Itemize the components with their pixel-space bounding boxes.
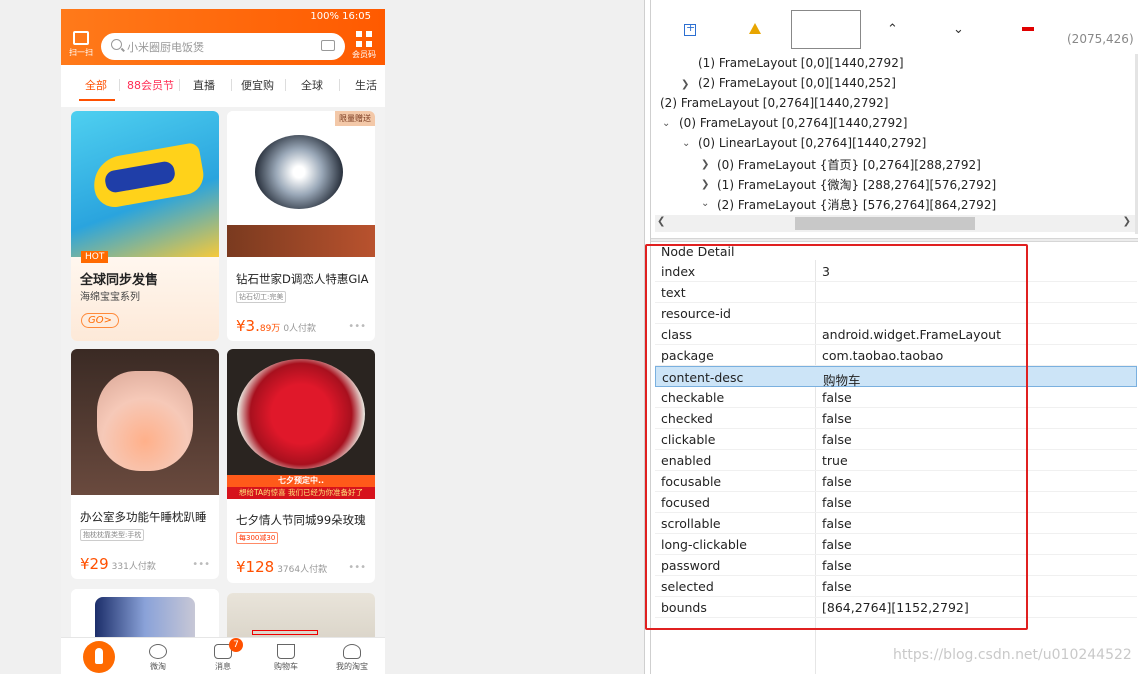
- warning-icon[interactable]: [749, 23, 761, 34]
- product-card-diamond[interactable]: 限量赠送 钻石世家D调恋人特惠GIA 钻石切工:完美 ¥3.89万 0人付款 ••…: [227, 111, 375, 341]
- coordinate-readout: (2075,426): [1067, 32, 1134, 46]
- person-icon: [343, 644, 361, 659]
- grid-icon: [356, 31, 372, 47]
- product-image: [71, 349, 219, 495]
- card-tag: 每300减30: [236, 532, 279, 544]
- search-placeholder: 小米圈厨电饭煲: [127, 41, 204, 54]
- go-button[interactable]: GO>: [81, 313, 119, 328]
- nav-cart[interactable]: 购物车: [261, 638, 311, 672]
- card-tag: 钻石切工:完美: [236, 291, 287, 303]
- card-price: ¥128 3764人付款: [236, 558, 328, 576]
- product-image: [227, 111, 375, 257]
- hierarchy-tree[interactable]: (1) FrameLayout [0,0][1440,2792] ❯ (2) F…: [655, 54, 1125, 230]
- scan-label: 扫一扫: [69, 48, 93, 57]
- card-title: 七夕情人节同城99朵玫瑰: [236, 513, 366, 527]
- annotation-frame: [645, 244, 1028, 630]
- more-icon[interactable]: •••: [348, 562, 366, 573]
- broadcast-icon: [149, 644, 167, 659]
- cart-highlight: [252, 630, 318, 635]
- tab-global[interactable]: 全球: [301, 77, 323, 93]
- rocket-icon: [83, 641, 115, 673]
- tree-node[interactable]: (1) FrameLayout {微淘} [288,2764][576,2792…: [717, 176, 996, 193]
- card-tag: 抱枕枕靠类型:手枕: [80, 529, 145, 541]
- search-box[interactable]: [791, 10, 861, 49]
- cart-icon: [277, 644, 295, 659]
- product-card-sneaker[interactable]: HOT 全球同步发售 海绵宝宝系列 GO>: [71, 111, 219, 341]
- member-code-button[interactable]: 会员码: [351, 31, 377, 60]
- chevron-right-icon[interactable]: ❯: [681, 79, 689, 90]
- search-icon: [111, 39, 122, 50]
- search-input[interactable]: 小米圈厨电饭煲: [101, 33, 345, 60]
- tab-88[interactable]: 88会员节: [127, 77, 174, 93]
- product-card-roses[interactable]: 七夕预定中.. 想给TA的惊喜 我们已经为你准备好了 七夕情人节同城99朵玫瑰 …: [227, 349, 375, 583]
- chevron-right-icon[interactable]: ❯: [701, 159, 709, 170]
- product-image: [71, 111, 219, 257]
- chevron-down-icon[interactable]: ⌄: [701, 198, 709, 209]
- splitter[interactable]: [651, 238, 1138, 242]
- tab-all[interactable]: 全部: [85, 77, 107, 93]
- watermark: https://blog.csdn.net/u010244522: [893, 647, 1132, 663]
- hot-badge: HOT: [81, 251, 109, 263]
- nav-weitao[interactable]: 微淘: [133, 638, 183, 672]
- app-header: 100% 16:05 扫一扫 小米圈厨电饭煲 会员码: [61, 9, 385, 65]
- scroll-right-icon[interactable]: ❯: [1123, 216, 1131, 227]
- chevron-right-icon[interactable]: ❯: [701, 179, 709, 190]
- tree-node[interactable]: (2) FrameLayout {消息} [576,2764][864,2792…: [717, 196, 996, 213]
- tab-cheap[interactable]: 便宜购: [241, 77, 274, 93]
- nav-my-taobao[interactable]: 我的淘宝: [327, 638, 377, 672]
- tree-node[interactable]: (0) FrameLayout {首页} [0,2764][288,2792]: [717, 156, 981, 173]
- tree-node[interactable]: (0) LinearLayout [0,2764][1440,2792]: [698, 136, 926, 150]
- device-screenshot-pane: 100% 16:05 扫一扫 小米圈厨电饭煲 会员码 全部 88会员节 直播 便…: [0, 0, 645, 674]
- tab-live[interactable]: 直播: [193, 77, 215, 93]
- scroll-left-icon[interactable]: ❮: [657, 216, 665, 227]
- tree-node[interactable]: (0) FrameLayout [0,2764][1440,2792]: [679, 116, 907, 130]
- expand-all-icon[interactable]: [684, 21, 696, 36]
- card-price: ¥3.89万 0人付款: [236, 317, 317, 335]
- chevron-up-icon[interactable]: ⌃: [887, 22, 898, 37]
- card-headline: 全球同步发售: [80, 273, 159, 288]
- toolbar: ⌃ ⌄ (2075,426): [651, 0, 1138, 54]
- card-title: 钻石世家D调恋人特惠GIA: [236, 272, 369, 286]
- banner-top: 七夕预定中..: [227, 475, 375, 487]
- product-card-pillow[interactable]: 办公室多功能午睡枕趴睡 抱枕枕靠类型:手枕 ¥29 331人付款 •••: [71, 349, 219, 579]
- chevron-down-icon[interactable]: ⌄: [953, 22, 964, 37]
- horizontal-scrollbar[interactable]: ❮ ❯: [655, 215, 1135, 232]
- scan-icon: [73, 31, 89, 45]
- corner-badge: 限量赠送: [335, 111, 375, 126]
- scroll-thumb[interactable]: [795, 217, 975, 230]
- message-count-badge: 7: [229, 638, 243, 652]
- status-bar: 100% 16:05: [310, 11, 371, 22]
- tree-node[interactable]: (1) FrameLayout [0,0][1440,2792]: [698, 56, 904, 70]
- category-tabs: 全部 88会员节 直播 便宜购 全球 生活: [61, 65, 385, 107]
- camera-icon[interactable]: [321, 40, 335, 51]
- phone-screen[interactable]: 100% 16:05 扫一扫 小米圈厨电饭煲 会员码 全部 88会员节 直播 便…: [61, 9, 385, 674]
- card-subtitle: 海绵宝宝系列: [80, 292, 140, 303]
- active-tab-indicator: [79, 99, 115, 101]
- tab-life[interactable]: 生活: [355, 77, 377, 93]
- banner-bottom: 想给TA的惊喜 我们已经为你准备好了: [227, 487, 375, 499]
- tree-node[interactable]: (2) FrameLayout [0,0][1440,252]: [698, 76, 896, 90]
- more-icon[interactable]: •••: [348, 321, 366, 332]
- tree-node[interactable]: (2) FrameLayout [0,2764][1440,2792]: [660, 96, 888, 110]
- bottom-nav: 微淘 消息 购物车 我的淘宝: [61, 637, 385, 674]
- member-label: 会员码: [352, 50, 376, 59]
- card-title: 办公室多功能午睡枕趴睡: [80, 510, 207, 524]
- card-price: ¥29 331人付款: [80, 555, 156, 573]
- chevron-down-icon[interactable]: ⌄: [682, 138, 690, 149]
- minus-icon[interactable]: [1022, 27, 1034, 31]
- scan-button[interactable]: 扫一扫: [69, 31, 93, 58]
- chevron-down-icon[interactable]: ⌄: [662, 118, 670, 129]
- more-icon[interactable]: •••: [192, 559, 210, 570]
